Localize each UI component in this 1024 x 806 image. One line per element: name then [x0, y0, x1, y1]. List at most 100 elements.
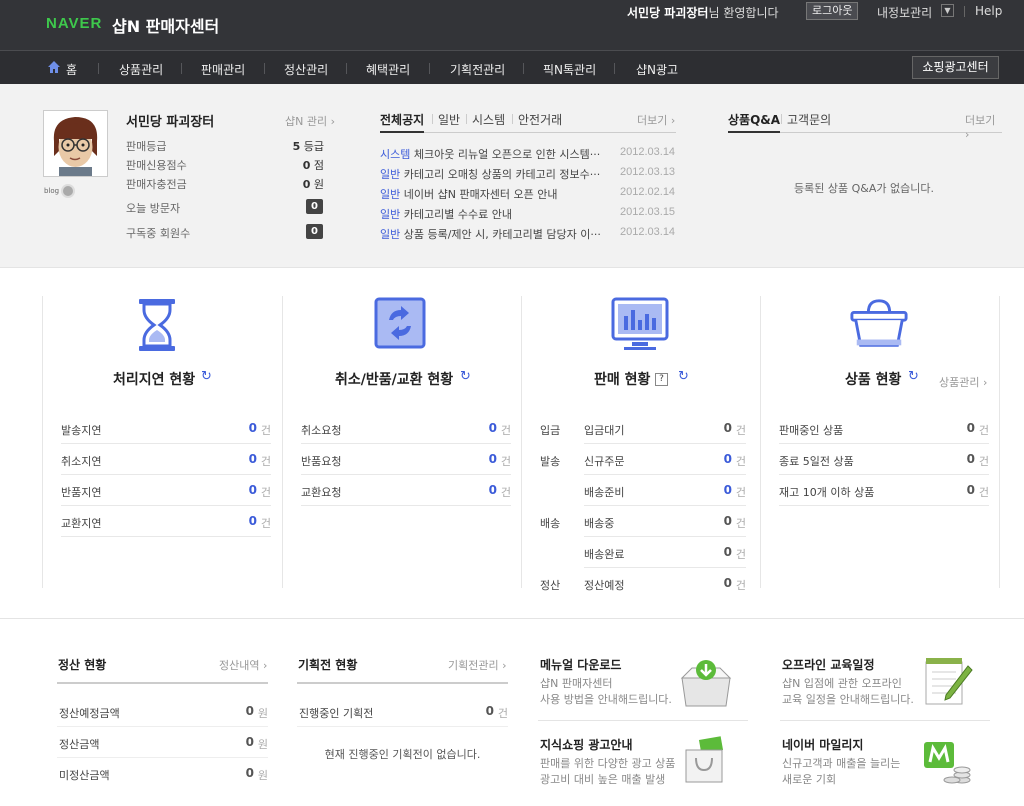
refresh-icon[interactable]: ↻: [908, 370, 920, 383]
list-item[interactable]: 정산예정금액 0 원: [57, 697, 268, 727]
notice-row[interactable]: 일반 네이버 샵N 판매자센터 오픈 안내 2012.02.14: [380, 186, 680, 202]
tab-system[interactable]: 시스템: [472, 111, 505, 128]
stat-value: 5 등급: [292, 140, 324, 153]
list-item[interactable]: 취소지연 0 건: [61, 444, 271, 475]
divider: [432, 114, 433, 124]
promo-desc: 샵N 판매자센터: [540, 677, 613, 690]
card-title: 처리지연 현황: [113, 372, 196, 388]
hourglass-icon: [139, 299, 175, 351]
notice-row[interactable]: 시스템 체크아웃 리뉴얼 오픈으로 인한 시스템··· 2012.03.14: [380, 146, 680, 162]
tab-product-qna[interactable]: 상품Q&A: [728, 111, 781, 133]
settlement-history-link[interactable]: 정산내역 ›: [219, 657, 267, 673]
welcome-suffix: 님 환영합니다: [708, 6, 779, 20]
divider: [429, 63, 430, 74]
refresh-icon[interactable]: ↻: [201, 370, 213, 383]
exhibition-title: 기획전 현황: [298, 658, 358, 672]
card-title: 상품 현황: [845, 372, 902, 388]
qna-more-link[interactable]: 더보기 ›: [965, 112, 1002, 141]
notice-tabs: 전체공지 일반 시스템 안전거래 더보기 ›: [380, 111, 676, 133]
logout-button[interactable]: 로그아웃: [806, 2, 859, 20]
notepad-pencil-icon[interactable]: [922, 656, 974, 708]
notice-row[interactable]: 일반 카테고리별 수수료 안내 2012.03.15: [380, 206, 680, 222]
shopping-bag-icon[interactable]: [682, 736, 728, 784]
divider: [614, 63, 615, 74]
nav-shopn-ad[interactable]: 샵N광고: [636, 61, 678, 78]
site-title[interactable]: 샵N 판매자센터: [112, 13, 219, 37]
mileage-coins-icon[interactable]: [920, 736, 972, 786]
refresh-icon[interactable]: ↻: [678, 370, 690, 383]
tab-customer-inquiry[interactable]: 고객문의: [787, 111, 831, 128]
my-info-link[interactable]: 내정보관리: [877, 4, 932, 21]
promo-desc: 광고비 대비 높은 매출 발생: [540, 773, 666, 786]
list-item[interactable]: 반품요청 0 건: [301, 444, 511, 475]
nav-product[interactable]: 상품관리: [119, 61, 163, 78]
promo-title[interactable]: 메뉴얼 다운로드: [540, 656, 621, 673]
divider: [964, 6, 965, 17]
visitors-count: 0: [306, 199, 323, 214]
exhibition-manage-link[interactable]: 기획전관리 ›: [448, 657, 507, 673]
list-item[interactable]: 신규주문 0 건: [584, 444, 746, 475]
refresh-icon[interactable]: ↻: [460, 370, 472, 383]
divider: [538, 720, 748, 721]
nav-exhibition[interactable]: 기획전관리: [450, 61, 505, 78]
nav-benefit[interactable]: 혜택관리: [366, 61, 410, 78]
help-link[interactable]: Help: [975, 4, 1002, 18]
download-box-icon[interactable]: [678, 656, 734, 708]
delay-status-card: 처리지연 현황 ↻ 발송지연 0 건 취소지연 0 건 반품지연 0 건 교환지연 0 건: [42, 296, 282, 588]
promo-title[interactable]: 오프라인 교육일정: [782, 656, 875, 673]
divider: [781, 114, 782, 124]
group-label: 배송: [540, 517, 561, 530]
qna-empty-message: 등록된 상품 Q&A가 없습니다.: [794, 182, 934, 195]
promo-desc: 사용 방법을 안내해드립니다.: [540, 693, 672, 706]
product-status-card: 상품 현황 ↻ 상품관리 › 판매중인 상품 0 건 종료 5일전 상품 0 건 재고 …: [760, 296, 1000, 588]
tab-general[interactable]: 일반: [438, 111, 460, 128]
list-item[interactable]: 배송준비 0 건: [584, 475, 746, 506]
card-title: 취소/반품/교환 현황: [335, 372, 454, 388]
product-manage-link[interactable]: 상품관리 ›: [939, 374, 987, 390]
list-item[interactable]: 정산금액 0 원: [57, 728, 268, 758]
list-item[interactable]: 교환요청 0 건: [301, 475, 511, 506]
tab-safe-trade[interactable]: 안전거래: [518, 111, 562, 128]
home-icon[interactable]: [47, 60, 61, 74]
list-item[interactable]: 정산예정 0 건: [584, 568, 746, 599]
card-title: 판매 현황: [594, 372, 651, 388]
promo-desc: 새로운 기회: [782, 773, 837, 786]
nav-home[interactable]: 홈: [66, 61, 77, 78]
naver-logo[interactable]: NAVER: [46, 15, 102, 32]
list-item[interactable]: 취소요청 0 건: [301, 413, 511, 444]
notice-more-link[interactable]: 더보기 ›: [637, 112, 675, 128]
promo-title[interactable]: 네이버 마일리지: [782, 736, 863, 753]
notice-row[interactable]: 일반 카테고리 오매칭 상품의 카테고리 정보수··· 2012.03.13: [380, 166, 680, 182]
stat-value: 0 점: [302, 159, 324, 172]
stat-label: 판매자충전금: [126, 178, 187, 191]
list-item[interactable]: 배송완료 0 건: [584, 537, 746, 568]
profile-badge-icon[interactable]: [61, 184, 75, 198]
notice-row[interactable]: 일반 상품 등록/제안 시, 카테고리별 담당자 이··· 2012.03.14: [380, 226, 680, 242]
nav-settlement[interactable]: 정산관리: [284, 61, 328, 78]
divider: [523, 63, 524, 74]
list-item[interactable]: 교환지연 0 건: [61, 506, 271, 537]
list-item[interactable]: 발송지연 0 건: [61, 413, 271, 444]
list-item[interactable]: 재고 10개 이하 상품 0 건: [779, 475, 989, 506]
qna-tabs: 상품Q&A 고객문의 더보기 ›: [728, 111, 1002, 141]
promo-title[interactable]: 지식쇼핑 광고안내: [540, 736, 633, 753]
list-item[interactable]: 반품지연 0 건: [61, 475, 271, 506]
divider: [512, 114, 513, 124]
visitors-label: 오늘 방문자: [126, 202, 181, 215]
nav-pickntalk[interactable]: 픽N톡관리: [543, 61, 596, 78]
tab-all-notice[interactable]: 전체공지: [380, 111, 425, 133]
list-item[interactable]: 입금대기 0 건: [584, 413, 746, 444]
shopping-ad-center-button[interactable]: 쇼핑광고센터: [912, 56, 999, 79]
list-item[interactable]: 판매중인 상품 0 건: [779, 413, 989, 444]
blog-icon[interactable]: blog: [44, 184, 60, 198]
chevron-down-icon[interactable]: ▼: [941, 4, 954, 17]
divider: [181, 63, 182, 74]
list-item[interactable]: 미정산금액 0 원: [57, 759, 268, 789]
list-item[interactable]: 배송중 0 건: [584, 506, 746, 537]
help-icon[interactable]: ?: [655, 373, 668, 386]
list-item[interactable]: 종료 5일전 상품 0 건: [779, 444, 989, 475]
shopn-manage-link[interactable]: 샵N 관리 ›: [285, 113, 335, 129]
nav-sales[interactable]: 판매관리: [201, 61, 245, 78]
list-item[interactable]: 진행중인 기획전 0 건: [297, 697, 508, 727]
divider: [98, 63, 99, 74]
